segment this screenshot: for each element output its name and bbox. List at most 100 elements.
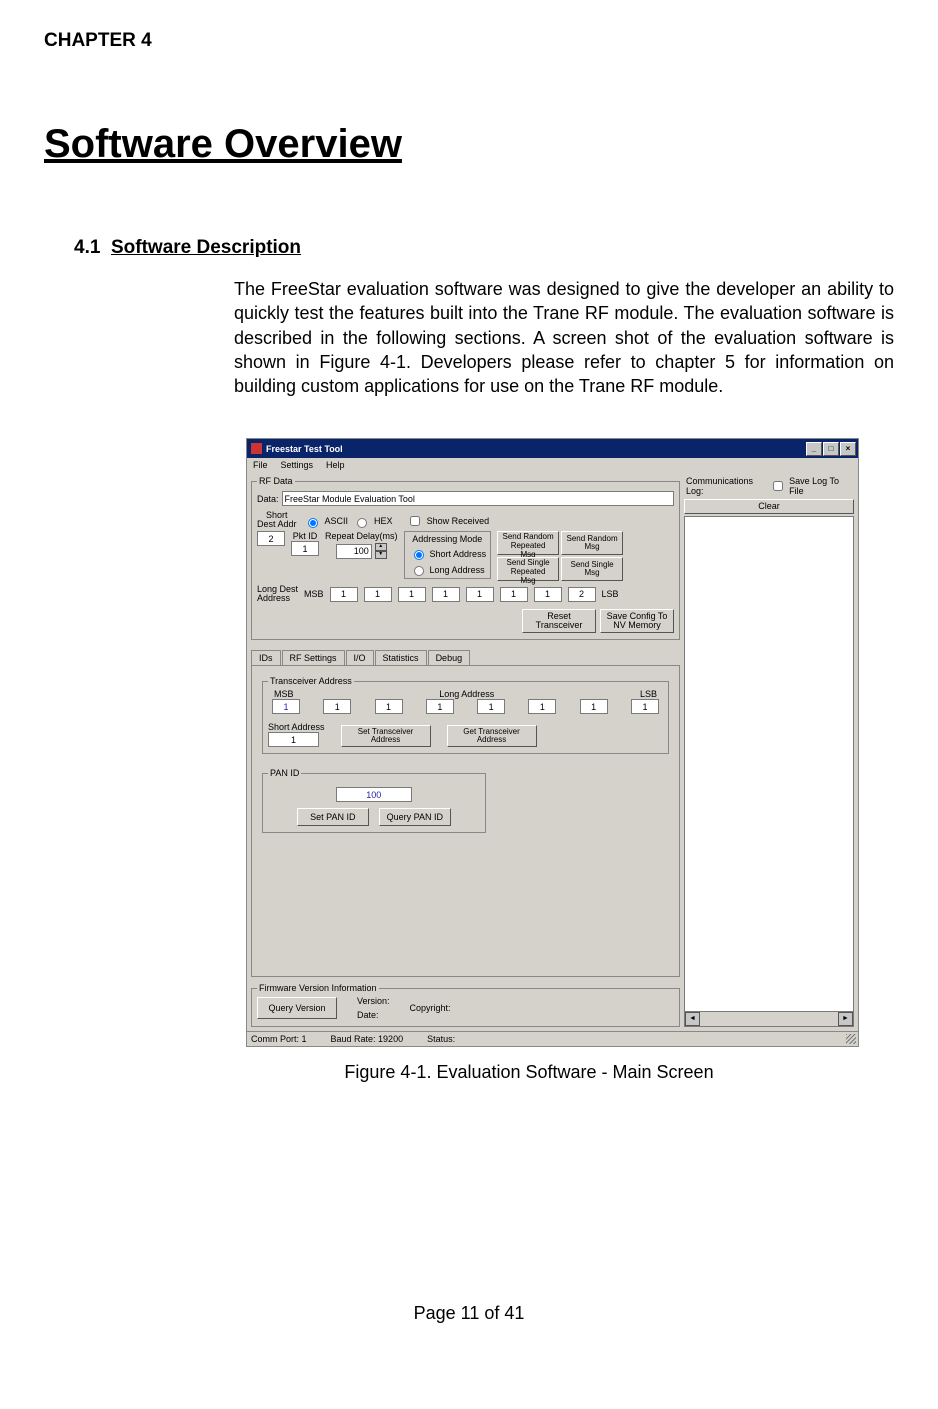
- firmware-group: Firmware Version Information Query Versi…: [251, 983, 680, 1027]
- save-config-button[interactable]: Save Config To NV Memory: [600, 609, 674, 633]
- close-button[interactable]: ×: [840, 442, 856, 456]
- long-dest-label: Long Dest Address: [257, 585, 298, 603]
- set-pan-button[interactable]: Set PAN ID: [297, 808, 369, 826]
- send-random-button[interactable]: Send Random Msg: [561, 531, 623, 555]
- ta-lsb: LSB: [640, 689, 657, 699]
- short-dest-label: Short Dest Addr: [257, 511, 297, 529]
- fw-version-label: Version:: [357, 996, 390, 1006]
- hex-radio[interactable]: [357, 518, 367, 528]
- rf-data-group: RF Data Data: Short Dest Addr ASC: [251, 476, 680, 640]
- ta-7[interactable]: [631, 699, 659, 714]
- ta-6[interactable]: [580, 699, 608, 714]
- ta-4[interactable]: [477, 699, 505, 714]
- show-received-label: Show Received: [427, 516, 490, 526]
- page-number: Page 11 of 41: [44, 1303, 894, 1324]
- short-addr-radio[interactable]: [414, 550, 424, 560]
- send-single-repeated-button[interactable]: Send Single Repeated Msg: [497, 557, 559, 581]
- ta-long: Long Address: [439, 689, 494, 699]
- ld-7[interactable]: [568, 587, 596, 602]
- addr-mode-label: Addressing Mode: [409, 534, 487, 544]
- ta-0[interactable]: [272, 699, 300, 714]
- tab-rf-settings[interactable]: RF Settings: [282, 650, 345, 665]
- reset-transceiver-button[interactable]: Reset Transceiver: [522, 609, 596, 633]
- hex-label: HEX: [374, 516, 393, 526]
- ta-legend: Transceiver Address: [268, 676, 354, 686]
- lsb-label: LSB: [602, 589, 619, 599]
- ld-6[interactable]: [534, 587, 562, 602]
- ascii-radio[interactable]: [308, 518, 318, 528]
- body-paragraph: The FreeStar evaluation software was des…: [234, 277, 894, 398]
- log-scrollbar[interactable]: ◄ ►: [684, 1012, 854, 1027]
- figure-caption: Figure 4-1. Evaluation Software - Main S…: [164, 1062, 894, 1083]
- page-title: Software Overview: [44, 122, 894, 167]
- fw-legend: Firmware Version Information: [257, 983, 379, 993]
- pan-id-input[interactable]: [336, 787, 412, 802]
- ld-1[interactable]: [364, 587, 392, 602]
- ascii-label: ASCII: [325, 516, 349, 526]
- set-transceiver-button[interactable]: Set Transceiver Address: [341, 725, 431, 747]
- long-addr-rb-label: Long Address: [430, 565, 485, 575]
- save-log-check[interactable]: [773, 481, 783, 491]
- status-baud: Baud Rate: 19200: [331, 1034, 404, 1044]
- ld-2[interactable]: [398, 587, 426, 602]
- ld-4[interactable]: [466, 587, 494, 602]
- scroll-left-icon[interactable]: ◄: [685, 1012, 700, 1026]
- query-pan-button[interactable]: Query PAN ID: [379, 808, 451, 826]
- ta-1[interactable]: [323, 699, 351, 714]
- ld-0[interactable]: [330, 587, 358, 602]
- status-comm: Comm Port: 1: [251, 1034, 307, 1044]
- minimize-button[interactable]: _: [806, 442, 822, 456]
- ta-msb: MSB: [274, 689, 294, 699]
- section-number: 4.1: [74, 237, 100, 258]
- spin-down-icon[interactable]: ▼: [375, 551, 387, 559]
- comm-log-area[interactable]: [684, 516, 854, 1012]
- ta-3[interactable]: [426, 699, 454, 714]
- ta-short-input[interactable]: [268, 732, 319, 747]
- tab-statistics[interactable]: Statistics: [375, 650, 427, 665]
- comm-log-title: Communications Log:: [686, 476, 769, 496]
- pktid-input[interactable]: [291, 541, 319, 556]
- query-version-button[interactable]: Query Version: [257, 997, 337, 1019]
- maximize-button[interactable]: □: [823, 442, 839, 456]
- fw-copyright-label: Copyright:: [410, 1003, 451, 1013]
- repeat-label: Repeat Delay(ms): [325, 531, 398, 541]
- repeat-spinner[interactable]: ▲ ▼: [375, 543, 387, 559]
- get-transceiver-button[interactable]: Get Transceiver Address: [447, 725, 537, 747]
- show-received-check[interactable]: [410, 516, 420, 526]
- send-single-button[interactable]: Send Single Msg: [561, 557, 623, 581]
- addressing-mode-group: Addressing Mode Short Address Long Addre…: [404, 531, 492, 579]
- repeat-input[interactable]: [336, 544, 372, 559]
- tab-debug[interactable]: Debug: [428, 650, 471, 665]
- transceiver-address-group: Transceiver Address MSB Long Address LSB: [262, 676, 669, 754]
- pktid-label: Pkt ID: [293, 531, 318, 541]
- section-title: Software Description: [111, 237, 301, 258]
- pan-id-group: PAN ID Set PAN ID Query PAN ID: [262, 768, 486, 833]
- ld-5[interactable]: [500, 587, 528, 602]
- menu-settings[interactable]: Settings: [281, 460, 314, 470]
- fw-date-label: Date:: [357, 1010, 390, 1020]
- send-random-repeated-button[interactable]: Send Random Repeated Msg: [497, 531, 559, 555]
- scroll-right-icon[interactable]: ►: [838, 1012, 853, 1026]
- short-dest-input[interactable]: [257, 531, 285, 546]
- data-input[interactable]: [282, 491, 674, 506]
- data-label: Data:: [257, 494, 279, 504]
- ta-2[interactable]: [375, 699, 403, 714]
- long-addr-radio[interactable]: [414, 566, 424, 576]
- window-controls: _ □ ×: [806, 442, 856, 456]
- save-log-label: Save Log To File: [789, 476, 852, 496]
- clear-log-button[interactable]: Clear: [684, 499, 854, 514]
- app-icon: [251, 443, 262, 454]
- ta-5[interactable]: [528, 699, 556, 714]
- resize-grip-icon[interactable]: [846, 1034, 856, 1044]
- ld-3[interactable]: [432, 587, 460, 602]
- tab-io[interactable]: I/O: [346, 650, 374, 665]
- spin-up-icon[interactable]: ▲: [375, 543, 387, 551]
- status-status: Status:: [427, 1034, 455, 1044]
- tab-ids[interactable]: IDs: [251, 650, 281, 665]
- tab-page-ids: Transceiver Address MSB Long Address LSB: [251, 666, 680, 977]
- menu-file[interactable]: File: [253, 460, 268, 470]
- menu-help[interactable]: Help: [326, 460, 345, 470]
- pan-legend: PAN ID: [268, 768, 301, 778]
- rf-data-legend: RF Data: [257, 476, 295, 486]
- app-window: Freestar Test Tool _ □ × File Settings H…: [246, 438, 859, 1047]
